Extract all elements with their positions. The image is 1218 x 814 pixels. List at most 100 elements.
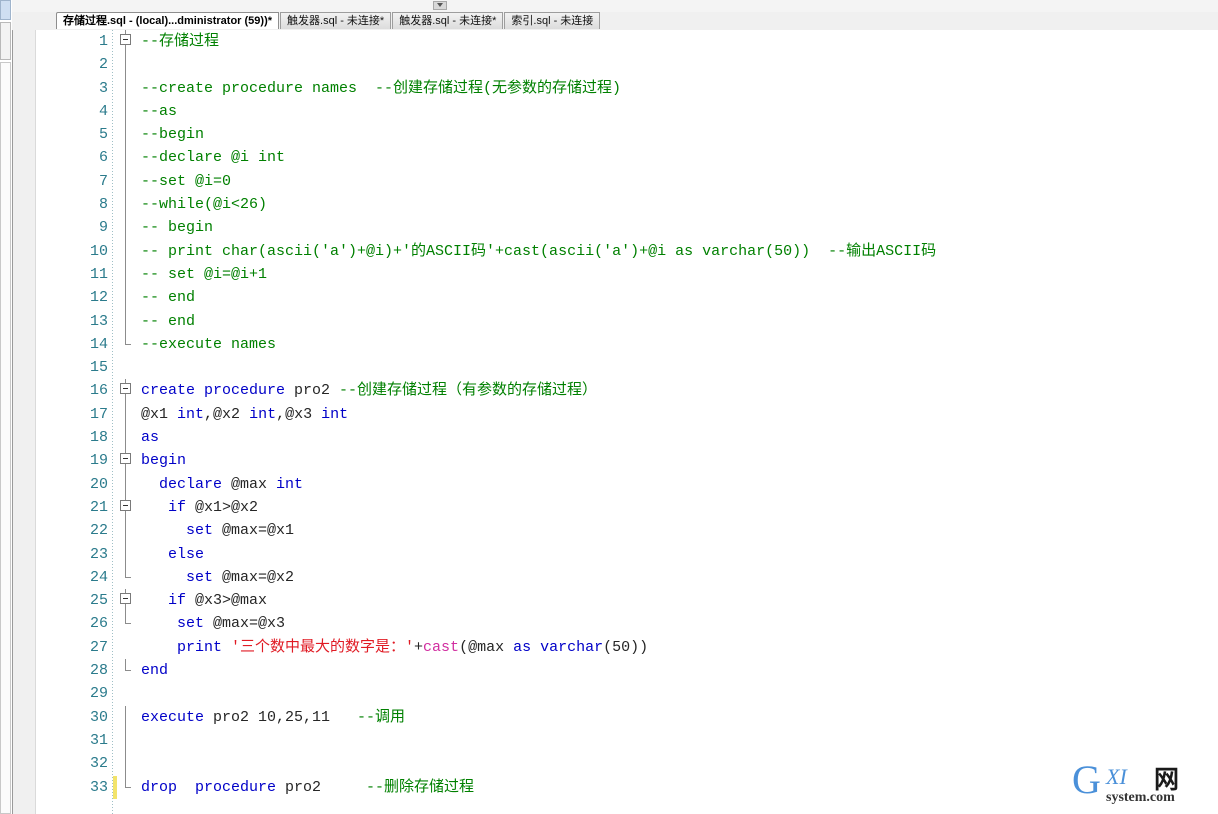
- fold-margin[interactable]: [118, 775, 136, 799]
- fold-margin[interactable]: [118, 612, 136, 635]
- code-editor[interactable]: 1 --存储过程 2 3 --create procedure names --创建存储…: [13, 30, 1218, 814]
- code-line[interactable]: 24 set @max=@x2: [36, 565, 1218, 589]
- fold-margin[interactable]: [118, 565, 136, 589]
- fold-margin[interactable]: [118, 76, 136, 100]
- fold-margin[interactable]: [118, 193, 136, 217]
- code-line[interactable]: 25 if @x3>@max: [36, 589, 1218, 613]
- fold-collapse-icon[interactable]: [120, 593, 131, 605]
- code-line[interactable]: 8 --while(@i<26): [36, 193, 1218, 217]
- dock-tab-bottom[interactable]: [0, 62, 11, 814]
- fold-margin[interactable]: [118, 30, 136, 54]
- fold-margin[interactable]: [118, 472, 136, 496]
- fold-margin[interactable]: [118, 123, 136, 147]
- fold-margin[interactable]: [118, 356, 136, 379]
- fold-margin[interactable]: [118, 379, 136, 403]
- dock-tab-middle[interactable]: [0, 22, 11, 60]
- code-line[interactable]: 7 --set @i=0: [36, 169, 1218, 194]
- change-bar: [113, 729, 117, 752]
- fold-margin[interactable]: [118, 262, 136, 287]
- code-line[interactable]: 14 --execute names: [36, 332, 1218, 356]
- fold-margin[interactable]: [118, 728, 136, 753]
- editor-outer-gutter: [13, 30, 36, 814]
- document-tab-0[interactable]: 存储过程.sql - (local)...dministrator (59))*: [56, 12, 280, 29]
- line-number: 4: [98, 102, 108, 120]
- code-line[interactable]: 17 @x1 int,@x2 int,@x3 int: [36, 402, 1218, 427]
- change-bar: [113, 53, 117, 76]
- token-kw: int: [177, 405, 205, 423]
- fold-margin[interactable]: [118, 286, 136, 310]
- fold-guide-line: [125, 262, 126, 287]
- fold-collapse-icon[interactable]: [120, 383, 131, 395]
- token-kw: begin: [141, 452, 187, 470]
- token-kw: print: [141, 638, 232, 656]
- fold-margin[interactable]: [118, 53, 136, 77]
- fold-margin[interactable]: [118, 495, 136, 520]
- code-text-area[interactable]: 1 --存储过程 2 3 --create procedure names --创建存储…: [36, 30, 1218, 814]
- fold-margin[interactable]: [118, 169, 136, 194]
- code-line[interactable]: 3 --create procedure names --创建存储过程(无参数的存…: [36, 76, 1218, 100]
- code-line[interactable]: 13 -- end: [36, 309, 1218, 333]
- code-line[interactable]: 1 --存储过程: [36, 30, 1218, 54]
- code-line[interactable]: 12 -- end: [36, 286, 1218, 310]
- fold-margin[interactable]: [118, 636, 136, 659]
- fold-collapse-icon[interactable]: [120, 453, 131, 465]
- code-line[interactable]: 11 -- set @i=@i+1: [36, 262, 1218, 287]
- code-line[interactable]: 23 else: [36, 542, 1218, 566]
- code-line[interactable]: 32: [36, 752, 1218, 776]
- code-line[interactable]: 18 as: [36, 426, 1218, 450]
- line-number: 14: [89, 335, 108, 353]
- code-line[interactable]: 4 --as: [36, 99, 1218, 124]
- fold-margin[interactable]: [118, 682, 136, 705]
- document-tab-2[interactable]: 触发器.sql - 未连接*: [392, 12, 504, 29]
- document-tab-bar[interactable]: 存储过程.sql - (local)...dministrator (59))*…: [12, 12, 1218, 31]
- code-line[interactable]: 19 begin: [36, 449, 1218, 473]
- code-line[interactable]: 30 execute pro2 10,25,11 --调用: [36, 705, 1218, 729]
- code-line[interactable]: 28 end: [36, 659, 1218, 682]
- document-tab-3[interactable]: 索引.sql - 未连接: [504, 12, 601, 29]
- code-line[interactable]: 29: [36, 682, 1218, 705]
- document-tab-1[interactable]: 触发器.sql - 未连接*: [280, 12, 392, 29]
- code-line[interactable]: 15: [36, 356, 1218, 379]
- dock-tab-top[interactable]: [0, 0, 11, 20]
- code-line[interactable]: 31: [36, 728, 1218, 753]
- code-line[interactable]: 10 -- print char(ascii('a')+@i)+'的ASCII码'…: [36, 239, 1218, 263]
- fold-margin[interactable]: [118, 402, 136, 427]
- fold-collapse-icon[interactable]: [120, 34, 131, 45]
- code-line[interactable]: 26 set @max=@x3: [36, 612, 1218, 635]
- code-text: end: [141, 659, 168, 682]
- fold-margin[interactable]: [118, 589, 136, 613]
- token-id: @max=@x2: [222, 568, 295, 586]
- code-text: execute pro2 10,25,11 --调用: [141, 706, 405, 729]
- code-line[interactable]: 33 drop procedure pro2 --删除存储过程: [36, 775, 1218, 799]
- fold-margin[interactable]: [118, 99, 136, 124]
- code-line[interactable]: 2: [36, 53, 1218, 77]
- code-text: print '三个数中最大的数字是：'+cast(@max as varchar…: [141, 636, 648, 659]
- line-number: 33: [89, 778, 108, 796]
- fold-margin[interactable]: [118, 449, 136, 473]
- code-line[interactable]: 27 print '三个数中最大的数字是：'+cast(@max as varc…: [36, 636, 1218, 659]
- fold-margin[interactable]: [118, 705, 136, 729]
- code-line[interactable]: 20 declare @max int: [36, 472, 1218, 496]
- fold-margin[interactable]: [118, 146, 136, 170]
- code-line[interactable]: 16 create procedure pro2 --创建存储过程（有参数的存储过…: [36, 379, 1218, 403]
- fold-margin[interactable]: [118, 542, 136, 566]
- code-text: --execute names: [141, 333, 276, 356]
- code-line[interactable]: 9 -- begin: [36, 216, 1218, 240]
- fold-margin[interactable]: [118, 659, 136, 682]
- fold-margin[interactable]: [118, 239, 136, 263]
- change-bar: [113, 496, 117, 519]
- code-line[interactable]: 6 --declare @i int: [36, 146, 1218, 170]
- fold-margin[interactable]: [118, 752, 136, 776]
- fold-collapse-icon[interactable]: [120, 499, 131, 511]
- fold-margin[interactable]: [118, 309, 136, 333]
- fold-margin[interactable]: [118, 216, 136, 240]
- fold-margin[interactable]: [118, 426, 136, 450]
- change-bar: [113, 682, 117, 705]
- fold-margin[interactable]: [118, 519, 136, 543]
- fold-margin[interactable]: [118, 332, 136, 356]
- token-cm: -- set @i=@i+1: [141, 265, 268, 283]
- code-line[interactable]: 22 set @max=@x1: [36, 519, 1218, 543]
- code-line[interactable]: 5 --begin: [36, 123, 1218, 147]
- code-line[interactable]: 21 if @x1>@x2: [36, 495, 1218, 520]
- code-text: if @x1>@x2: [141, 496, 258, 519]
